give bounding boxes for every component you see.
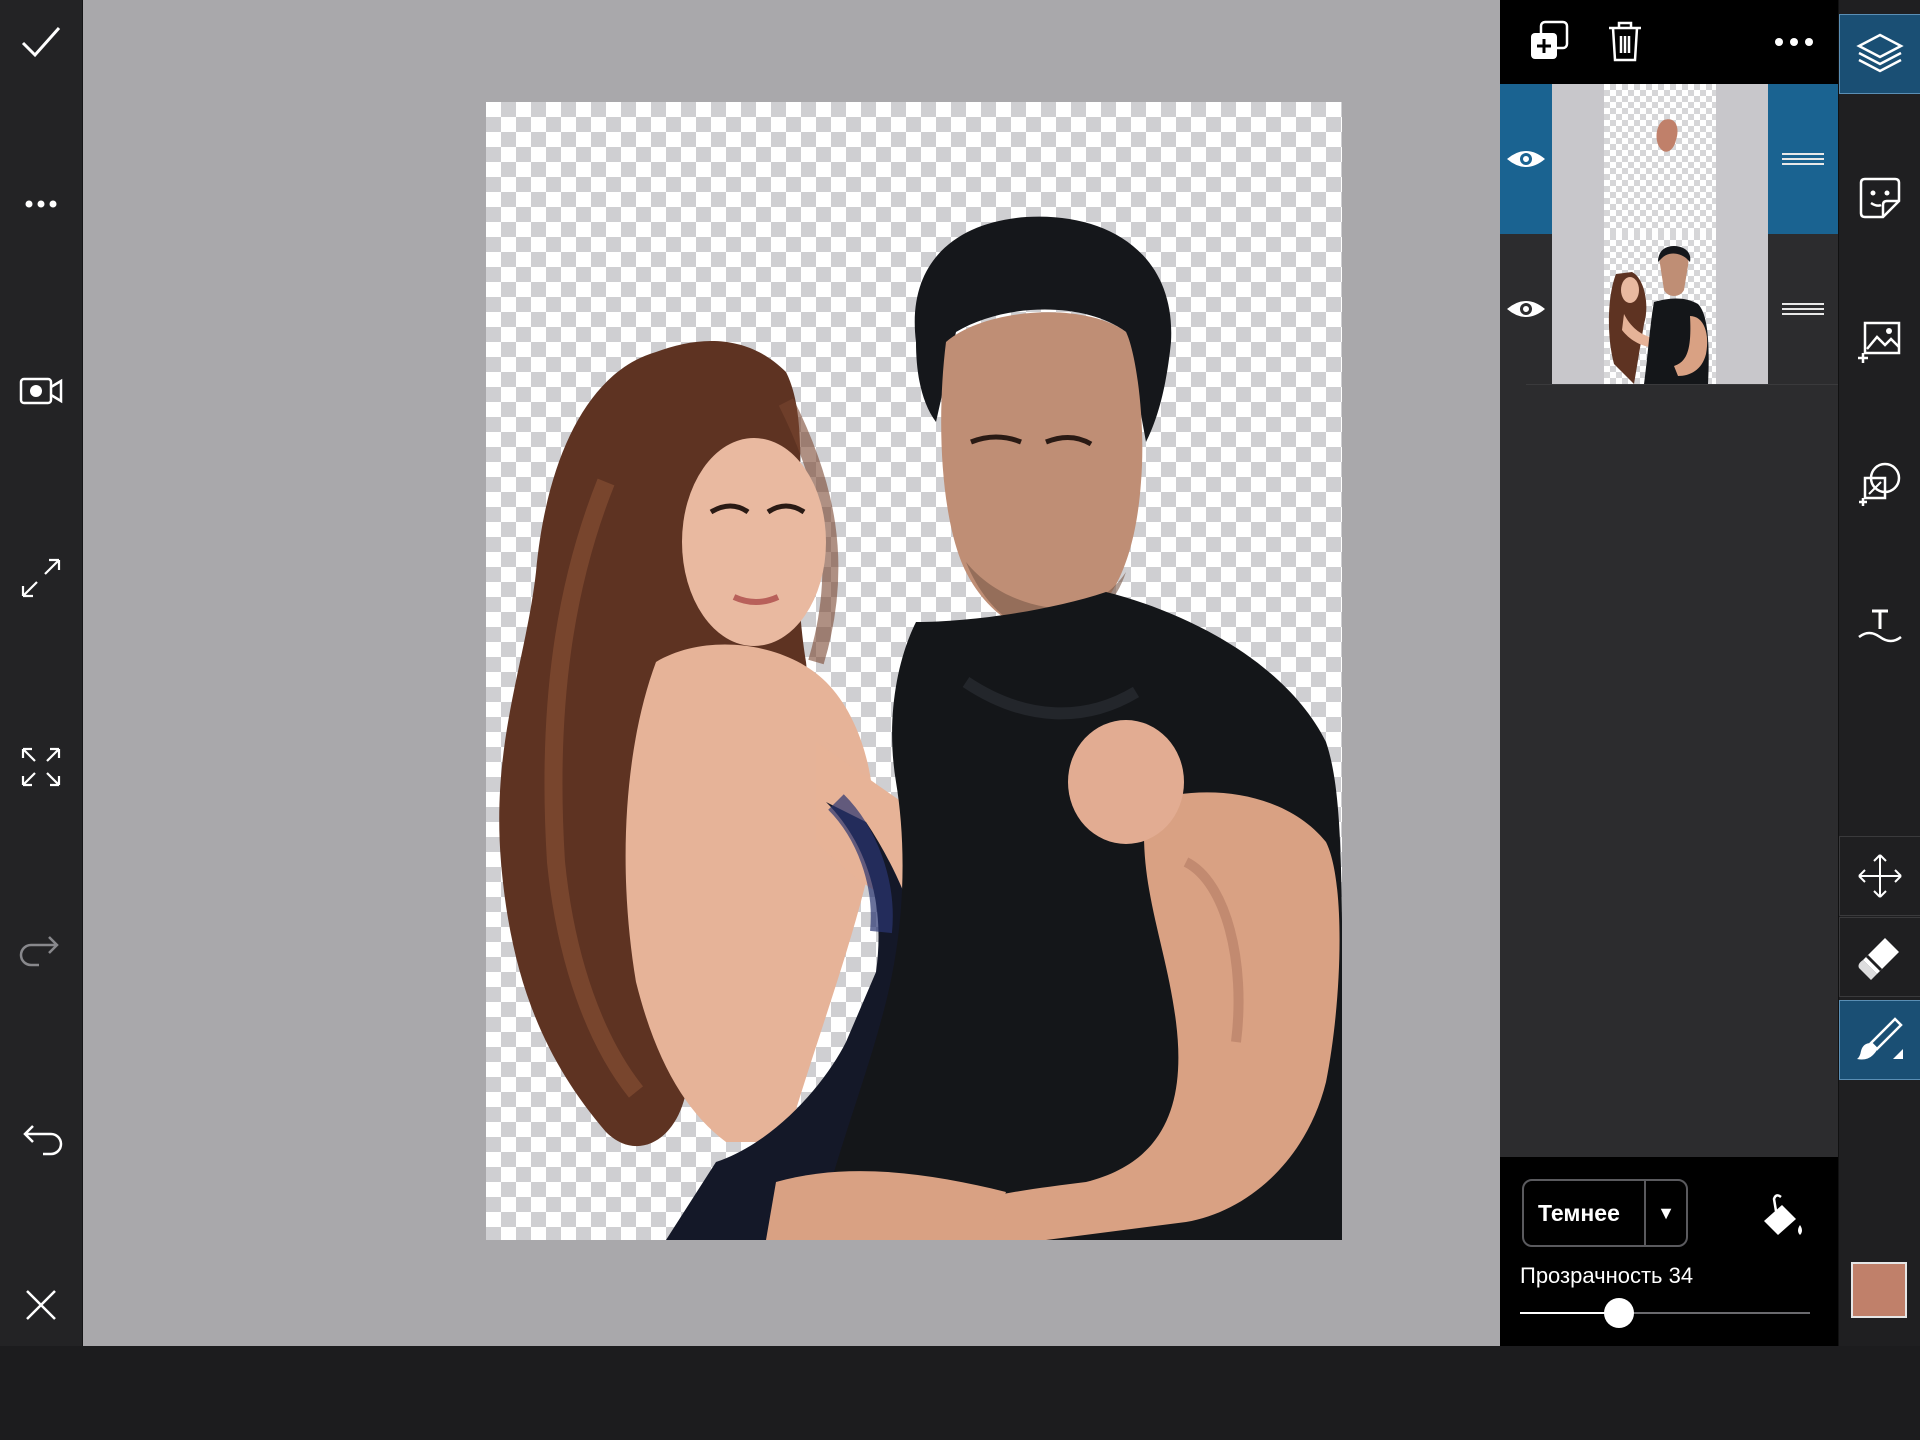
brush-stroke-thumbnail [1656, 119, 1678, 152]
eraser-tool-button[interactable] [1839, 917, 1920, 997]
add-layer-icon [1531, 20, 1569, 59]
layers-icon [1856, 33, 1904, 73]
editor-canvas[interactable] [83, 0, 1500, 1346]
undo-button[interactable] [0, 1102, 82, 1182]
photo-thumbnail [1608, 246, 1709, 384]
opacity-label: Прозрачность 34 [1520, 1263, 1694, 1288]
layers-panel: Темнее ▼ Прозрачность 34 [1500, 0, 1838, 1346]
photo-couple-image [499, 216, 1342, 1240]
text-icon [1858, 609, 1902, 643]
eye-icon [1507, 301, 1545, 317]
eye-icon [1507, 151, 1545, 167]
checkmark-icon [21, 27, 61, 58]
video-record-icon [19, 377, 63, 405]
more-icon [1775, 38, 1813, 46]
add-image-icon [1858, 321, 1901, 363]
layer-row-photo[interactable] [1507, 234, 1838, 385]
blend-mode-label: Темнее [1538, 1200, 1620, 1226]
layer-visibility-toggle[interactable] [1500, 84, 1552, 234]
close-icon [26, 1290, 56, 1320]
sticker-icon [1859, 177, 1901, 219]
bottom-bar [0, 1346, 1920, 1440]
document-canvas[interactable] [486, 102, 1342, 1240]
layers-header [1500, 0, 1838, 84]
apply-button[interactable] [0, 2, 82, 82]
brush-tool-button[interactable] [1839, 1000, 1920, 1080]
layer-drag-handle[interactable] [1768, 84, 1838, 234]
brush-icon [1857, 1017, 1903, 1060]
move-icon [1858, 854, 1902, 898]
layer-thumbnail[interactable] [1552, 84, 1768, 234]
shapes-icon [1859, 462, 1901, 506]
blend-mode-select[interactable]: Темнее ▼ [1522, 1179, 1688, 1247]
layer-drag-handle[interactable] [1768, 234, 1838, 384]
opacity-slider[interactable] [1520, 1298, 1810, 1328]
paint-bucket-icon [1764, 1194, 1802, 1235]
opacity-slider-knob[interactable] [1603, 1298, 1634, 1328]
more-icon [25, 200, 57, 208]
close-button[interactable] [0, 1265, 82, 1345]
record-video-button[interactable] [0, 351, 82, 431]
fill-button[interactable] [1756, 1191, 1806, 1241]
resize-icon [21, 558, 61, 598]
layer-row-brush[interactable] [1500, 84, 1838, 234]
more-options-button[interactable] [0, 164, 82, 244]
text-tool-button[interactable] [1839, 586, 1920, 666]
move-tool-button[interactable] [1839, 836, 1920, 916]
right-toolbar [1838, 0, 1920, 1346]
redo-button[interactable] [0, 913, 82, 993]
add-image-tool-button[interactable] [1839, 300, 1920, 380]
resize-button[interactable] [0, 538, 82, 618]
eraser-icon [1858, 938, 1899, 980]
shapes-tool-button[interactable] [1839, 443, 1920, 523]
blend-panel: Темнее ▼ Прозрачность 34 [1500, 1157, 1838, 1346]
fullscreen-icon [21, 747, 61, 787]
layers-tool-button[interactable] [1839, 14, 1920, 94]
redo-icon [19, 936, 59, 967]
layers-more-button[interactable] [1764, 16, 1824, 68]
fullscreen-button[interactable] [0, 727, 82, 807]
dropdown-arrow-icon: ▼ [1657, 1203, 1675, 1223]
sticker-tool-button[interactable] [1839, 158, 1920, 238]
delete-layer-button[interactable] [1595, 16, 1655, 68]
trash-icon [1609, 21, 1641, 62]
layer-thumbnail[interactable] [1552, 234, 1768, 384]
undo-icon [23, 1125, 63, 1156]
brush-color-swatch[interactable] [1851, 1262, 1907, 1318]
layer-visibility-toggle[interactable] [1500, 234, 1552, 384]
add-layer-button[interactable] [1520, 16, 1580, 68]
left-toolbar [0, 0, 83, 1346]
